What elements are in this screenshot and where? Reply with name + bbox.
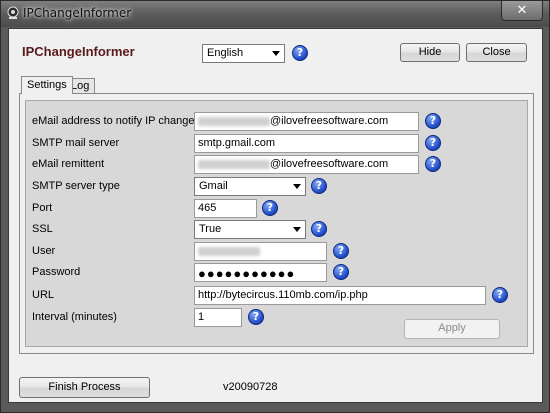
tab-settings[interactable]: Settings <box>21 76 73 94</box>
settings-form: eMail address to notify IP change @ilove… <box>25 100 528 347</box>
finish-process-button[interactable]: Finish Process <box>19 377 150 398</box>
help-icon[interactable]: ? <box>311 178 327 194</box>
smtp-label: SMTP mail server <box>32 137 120 149</box>
url-field[interactable]: http://bytecircus.110mb.com/ip.php <box>194 286 486 305</box>
help-icon[interactable]: ? <box>425 113 441 129</box>
smtp-server-field[interactable]: smtp.gmail.com <box>194 134 419 153</box>
app-heading: IPChangeInformer <box>22 44 135 59</box>
chevron-down-icon <box>272 51 280 56</box>
help-icon[interactable]: ? <box>333 243 349 259</box>
user-field[interactable] <box>194 242 327 261</box>
email-field[interactable]: @ilovefreesoftware.com <box>194 112 419 131</box>
email-domain: @ilovefreesoftware.com <box>270 115 389 127</box>
url-label: URL <box>32 289 55 301</box>
ssl-value: True <box>199 223 222 235</box>
chevron-down-icon <box>293 184 301 189</box>
app-icon <box>7 6 19 19</box>
user-label: User <box>32 245 56 257</box>
remittent-redacted <box>198 159 270 169</box>
port-field[interactable]: 465 <box>194 199 257 218</box>
remittent-label: eMail remittent <box>32 158 105 170</box>
port-label: Port <box>32 202 53 214</box>
interval-label: Interval (minutes) <box>32 311 117 323</box>
user-redacted <box>198 246 260 256</box>
hide-button[interactable]: Hide <box>400 43 460 62</box>
help-icon[interactable]: ? <box>262 200 278 216</box>
server-type-value: Gmail <box>199 180 228 192</box>
ssl-select[interactable]: True <box>194 220 306 239</box>
password-field[interactable]: ●●●●●●●●●●● <box>194 263 327 282</box>
apply-button[interactable]: Apply <box>404 319 500 339</box>
help-icon[interactable]: ? <box>425 156 441 172</box>
version-label: v20090728 <box>223 381 278 393</box>
help-icon[interactable]: ? <box>333 264 349 280</box>
email-label: eMail address to notify IP change <box>32 115 195 127</box>
password-label: Password <box>32 266 81 278</box>
server-type-select[interactable]: Gmail <box>194 177 306 196</box>
server-type-label: SMTP server type <box>32 180 120 192</box>
help-icon[interactable]: ? <box>425 135 441 151</box>
ssl-label: SSL <box>32 223 53 235</box>
interval-field[interactable]: 1 <box>194 308 242 327</box>
remittent-field[interactable]: @ilovefreesoftware.com <box>194 155 419 174</box>
language-value: English <box>207 47 244 59</box>
close-button[interactable]: Close <box>466 43 527 62</box>
help-icon[interactable]: ? <box>492 287 508 303</box>
settings-panel: eMail address to notify IP change @ilove… <box>19 93 534 354</box>
language-select[interactable]: English <box>202 44 285 63</box>
app-window: IPChangeInformer ✕ IPChangeInformer Engl… <box>0 0 550 413</box>
chevron-down-icon <box>293 227 301 232</box>
title-bar[interactable]: IPChangeInformer ✕ <box>1 1 549 27</box>
client-area: IPChangeInformer English ? Hide Close Se… <box>8 28 543 403</box>
email-redacted <box>198 116 270 126</box>
help-icon[interactable]: ? <box>292 45 308 61</box>
help-icon[interactable]: ? <box>248 309 264 325</box>
window-title: IPChangeInformer <box>23 6 132 20</box>
remittent-domain: @ilovefreesoftware.com <box>270 158 389 170</box>
help-icon[interactable]: ? <box>311 221 327 237</box>
window-close-button[interactable]: ✕ <box>501 1 543 21</box>
